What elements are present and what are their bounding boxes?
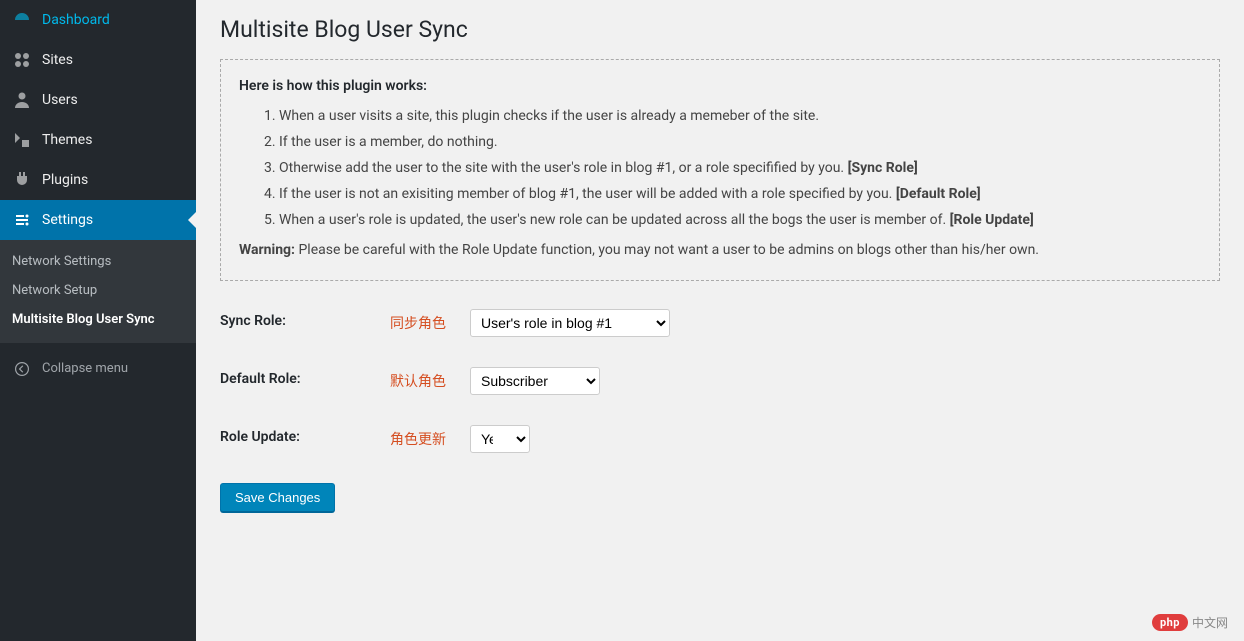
info-item-5: When a user's role is updated, the user'… xyxy=(279,212,1201,228)
settings-form: Sync Role: 同步角色 User's role in blog #1 D… xyxy=(220,309,1220,512)
settings-icon xyxy=(12,210,32,230)
plugins-icon xyxy=(12,170,32,190)
themes-icon xyxy=(12,130,32,150)
plugin-info-box: Here is how this plugin works: When a us… xyxy=(220,59,1220,281)
select-role-update[interactable]: Yes xyxy=(470,425,530,453)
save-button[interactable]: Save Changes xyxy=(220,483,335,512)
annot-role-update: 角色更新 xyxy=(390,425,470,449)
info-item-3: Otherwise add the user to the site with … xyxy=(279,160,1201,176)
admin-sidebar: Dashboard Sites Users Themes Plugins Set… xyxy=(0,0,196,641)
annot-sync-role: 同步角色 xyxy=(390,309,470,333)
collapse-label: Collapse menu xyxy=(42,361,128,376)
annot-default-role: 默认角色 xyxy=(390,367,470,391)
info-warning: Warning: Please be careful with the Role… xyxy=(239,242,1201,258)
select-default-role[interactable]: Subscriber xyxy=(470,367,600,395)
info-item-2: If the user is a member, do nothing. xyxy=(279,134,1201,150)
submenu-multisite-blog-user-sync[interactable]: Multisite Blog User Sync xyxy=(0,306,196,335)
label-role-update: Role Update: xyxy=(220,425,390,445)
sidebar-item-sites[interactable]: Sites xyxy=(0,40,196,80)
sidebar-item-label: Users xyxy=(42,92,78,108)
sidebar-item-label: Sites xyxy=(42,52,73,68)
label-default-role: Default Role: xyxy=(220,367,390,387)
row-default-role: Default Role: 默认角色 Subscriber xyxy=(220,367,1220,395)
settings-submenu: Network Settings Network Setup Multisite… xyxy=(0,240,196,343)
label-sync-role: Sync Role: xyxy=(220,309,390,329)
users-icon xyxy=(12,90,32,110)
page-title: Multisite Blog User Sync xyxy=(220,16,1220,43)
sidebar-item-label: Plugins xyxy=(42,172,88,188)
sites-icon xyxy=(12,50,32,70)
sidebar-item-label: Dashboard xyxy=(42,12,110,28)
info-item-1: When a user visits a site, this plugin c… xyxy=(279,108,1201,124)
select-sync-role[interactable]: User's role in blog #1 xyxy=(470,309,670,337)
dashboard-icon xyxy=(12,10,32,30)
submenu-network-settings[interactable]: Network Settings xyxy=(0,248,196,277)
sidebar-item-users[interactable]: Users xyxy=(0,80,196,120)
watermark-text: 中文网 xyxy=(1192,614,1228,631)
watermark-badge: php xyxy=(1152,614,1188,631)
sidebar-item-plugins[interactable]: Plugins xyxy=(0,160,196,200)
collapse-menu-button[interactable]: Collapse menu xyxy=(0,349,196,389)
sidebar-item-label: Themes xyxy=(42,132,92,148)
info-heading: Here is how this plugin works: xyxy=(239,78,1201,94)
collapse-icon xyxy=(12,359,32,379)
sidebar-item-label: Settings xyxy=(42,212,93,228)
info-list: When a user visits a site, this plugin c… xyxy=(239,108,1201,228)
main-content: Multisite Blog User Sync Here is how thi… xyxy=(196,0,1244,641)
sidebar-item-themes[interactable]: Themes xyxy=(0,120,196,160)
row-sync-role: Sync Role: 同步角色 User's role in blog #1 xyxy=(220,309,1220,337)
sidebar-item-settings[interactable]: Settings xyxy=(0,200,196,240)
sidebar-item-dashboard[interactable]: Dashboard xyxy=(0,0,196,40)
info-item-4: If the user is not an exisiting member o… xyxy=(279,186,1201,202)
watermark: php 中文网 xyxy=(1152,614,1228,631)
submenu-network-setup[interactable]: Network Setup xyxy=(0,277,196,306)
row-role-update: Role Update: 角色更新 Yes xyxy=(220,425,1220,453)
